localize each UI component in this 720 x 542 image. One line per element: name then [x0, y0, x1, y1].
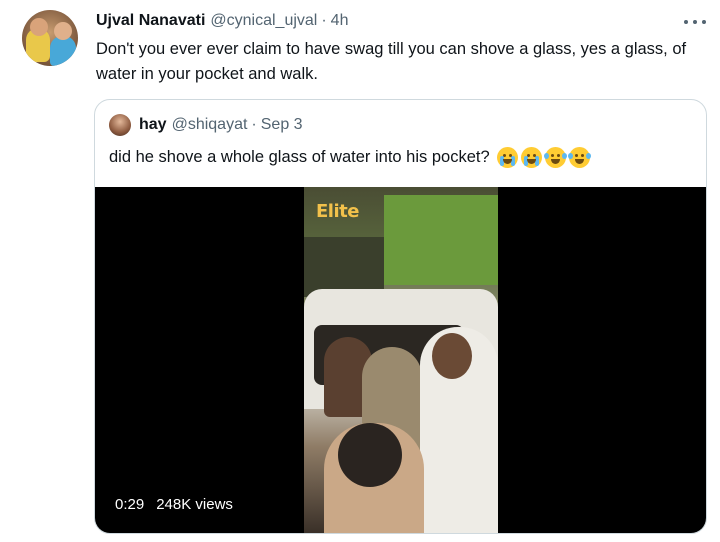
- video-view-count: 248K views: [156, 496, 233, 513]
- video-scene-person-head: [338, 423, 402, 487]
- video-meta: 0:29 248K views: [115, 496, 233, 513]
- face-with-tears-of-joy-icon: [567, 146, 591, 168]
- video-player[interactable]: Elite 0:29 248K views: [95, 187, 706, 533]
- video-scene-wall: [384, 195, 498, 285]
- video-watermark: Elite: [316, 201, 359, 222]
- video-scene-building: [304, 237, 384, 297]
- tweet[interactable]: Ujval Nanavati @cynical_ujval · 4h Don't…: [0, 0, 720, 542]
- avatar-figure-head: [54, 22, 72, 40]
- more-dot: [702, 20, 706, 24]
- header-separator: ·: [321, 12, 327, 29]
- tweet-text: Don't you ever ever claim to have swag t…: [96, 40, 687, 83]
- quoted-tweet-date: Sep 3: [260, 116, 303, 133]
- video-scene-person-head: [432, 333, 472, 379]
- quoted-tweet-header: hay @shiqayat · Sep 3: [139, 116, 303, 136]
- quoted-tweet[interactable]: hay @shiqayat · Sep 3 did he shove a who…: [94, 99, 707, 534]
- avatar-figure-head: [30, 18, 48, 36]
- quoted-author-avatar[interactable]: [109, 114, 131, 136]
- quoted-author-handle: @shiqayat: [171, 116, 248, 133]
- tweet-timestamp[interactable]: 4h: [331, 12, 349, 30]
- quoted-tweet-text: did he shove a whole glass of water into…: [109, 148, 490, 166]
- author-handle[interactable]: @cynical_ujval: [210, 12, 317, 30]
- more-dot: [693, 20, 697, 24]
- author-avatar[interactable]: [22, 10, 78, 66]
- face-with-tears-of-joy-icon: [543, 146, 567, 168]
- video-frame: Elite: [304, 187, 498, 533]
- loudly-crying-face-icon: [520, 146, 542, 168]
- more-dot: [684, 20, 688, 24]
- video-duration: 0:29: [115, 496, 145, 513]
- quoted-tweet-text-row: did he shove a whole glass of water into…: [109, 146, 591, 168]
- tweet-header: Ujval Nanavati @cynical_ujval · 4h: [96, 12, 348, 34]
- quoted-author-name: hay: [139, 116, 167, 133]
- loudly-crying-face-icon: [496, 146, 518, 168]
- more-options-icon[interactable]: [684, 12, 706, 32]
- avatar-figure: [50, 36, 76, 66]
- author-name[interactable]: Ujval Nanavati: [96, 12, 205, 30]
- quoted-header-separator: ·: [251, 116, 257, 133]
